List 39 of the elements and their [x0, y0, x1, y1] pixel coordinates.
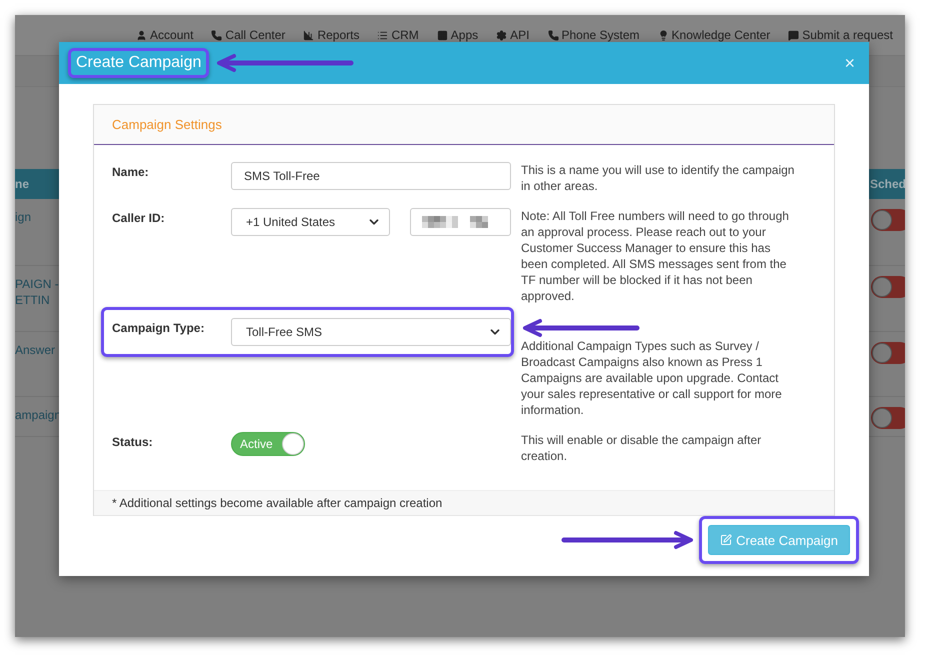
phone-icon: [211, 30, 222, 40]
nav-link[interactable]: CRM: [377, 28, 419, 42]
user-icon: [136, 30, 148, 40]
close-button[interactable]: ×: [844, 52, 855, 74]
phone-number-field[interactable]: [410, 208, 511, 236]
help-text: This will enable or disable the campaign after creation.: [521, 432, 762, 464]
status-toggle[interactable]: Active: [231, 432, 305, 456]
schedule-toggle[interactable]: [871, 342, 905, 364]
edit-icon: [720, 534, 732, 546]
field-label: Name:: [112, 164, 150, 179]
name-input[interactable]: SMS Toll-Free: [231, 162, 511, 190]
field-label: Caller ID:: [112, 210, 166, 225]
nav-link[interactable]: Account: [136, 28, 194, 42]
nav-link[interactable]: API: [496, 28, 530, 42]
pixelated-number-drawing: [422, 216, 488, 228]
panel-heading: Campaign Settings: [94, 105, 834, 145]
schedule-toggle[interactable]: [871, 276, 905, 298]
field-label: Status:: [112, 434, 154, 449]
schedule-toggle[interactable]: [871, 407, 905, 429]
help-text: Note: All Toll Free numbers will need to go through an approval process. Please reach out to your Customer Success Manager to ensure this has been completed. All SMS messages sent from the TF number will be blocked if it has not been approved.: [521, 208, 790, 304]
column-header: Sched: [868, 169, 905, 199]
campaign-type-select[interactable]: Toll-Free SMS: [231, 318, 511, 346]
nav-link[interactable]: Submit a request: [788, 28, 893, 42]
nav-link[interactable]: Reports: [303, 28, 360, 42]
lightbulb-icon: [658, 30, 669, 40]
field-label: Campaign Type:: [112, 320, 206, 335]
list-icon: [377, 30, 388, 40]
footnote-text: * Additional settings become available after campaign creation: [94, 490, 834, 516]
nav-link[interactable]: Apps: [436, 28, 478, 42]
comment-icon: [788, 30, 800, 40]
nav-link[interactable]: Knowledge Center: [658, 28, 770, 42]
modal-title: Create Campaign: [76, 54, 202, 72]
phone-icon: [548, 30, 558, 40]
nav-link[interactable]: Call Center: [211, 28, 286, 42]
country-select[interactable]: +1 United States: [231, 208, 390, 236]
help-text: Additional Campaign Types such as Survey / Broadcast Campaigns also known as Press 1 Campaigns are available upon upgrade. Contact your sales representative or call support for more information.: [521, 338, 783, 418]
help-text: This is a name you will use to identify the campaign in other areas.: [521, 162, 795, 194]
schedule-toggle[interactable]: [871, 209, 905, 231]
nav-link[interactable]: Phone System: [548, 28, 640, 42]
